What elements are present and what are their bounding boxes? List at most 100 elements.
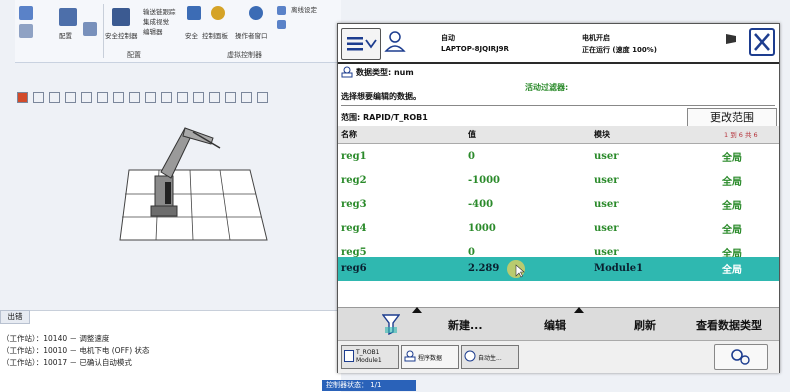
column-header-module[interactable]: 模块 [594,129,610,140]
robot-station-illustration [119,127,268,241]
config-icon[interactable] [59,8,77,26]
snap-icon[interactable] [241,92,252,103]
controller-icon[interactable] [19,6,33,20]
control-panel-label[interactable]: 控制面板 [202,30,228,40]
table-row-selected[interactable]: reg6 2.289 Module1 全局 [338,257,779,281]
control-panel-icon[interactable] [211,6,225,20]
list-icon[interactable] [19,24,33,38]
group-virtual-controller-label: 虚拟控制器 [227,51,262,59]
cell-name: reg3 [341,199,367,210]
column-header-value[interactable]: 值 [468,129,476,140]
snap-icon[interactable] [209,92,220,103]
refresh-button[interactable]: 刷新 [634,317,656,333]
view-toolbar [15,92,341,106]
safety-label[interactable]: 安全 [185,30,198,40]
conveyor-tracking-item[interactable]: 输送链跟踪 [143,6,176,16]
snap-icon[interactable] [145,92,156,103]
config-item-label[interactable]: 配置 [59,30,72,40]
output-panel: （工作站）：10140 － 调整速度 （工作站）：10010 － 电机下电 (O… [0,310,341,392]
caret-up-icon [412,307,422,313]
cell-value: 0 [468,151,475,162]
view-data-types-button[interactable]: 查看数据类型 [696,317,762,333]
safety-controller-icon[interactable] [112,8,130,26]
task-auto-production[interactable]: 自动生... [461,345,519,369]
safety-icon[interactable] [187,6,201,20]
task-program-data[interactable]: 程序数据 [401,345,459,369]
snap-icon[interactable] [257,92,268,103]
table-row[interactable]: reg1 0 user 全局 [338,145,779,169]
pendant-taskbar: T_ROB1 Module1 程序数据 自动生... [338,340,779,373]
cell-value: 2.289 [468,263,500,274]
task-label: T_ROB1 Module1 [356,349,382,364]
instruction-text: 选择想要编辑的数据。 [341,92,421,101]
snap-icon[interactable] [17,92,28,103]
snap-icon[interactable] [81,92,92,103]
close-icon[interactable] [749,28,775,56]
snap-icon[interactable] [177,92,188,103]
program-data-icon [341,66,353,80]
page-info: 1 到 6 共 6 [724,131,758,139]
table-row[interactable]: reg3 -400 user 全局 [338,193,779,217]
log-line[interactable]: （工作站）：10140 － 调整速度 [2,333,109,344]
cell-name: reg2 [341,175,367,186]
cell-name: reg1 [341,151,367,162]
operator-window-label[interactable]: 操作者窗口 [235,30,268,40]
program-data-icon [404,350,416,364]
snap-icon[interactable] [113,92,124,103]
hamburger-menu-icon [347,37,377,51]
editor-item[interactable]: 编辑器 [143,26,163,36]
cell-module: user [594,199,619,210]
log-line[interactable]: （工作站）：10017 － 已确认自动模式 [2,357,132,368]
column-header-name[interactable]: 名称 [341,129,357,140]
pendant-header: 自动 LAPTOP-8JQIRJ9R 电机开启 正在运行 (速度 100%) [338,24,779,64]
edit-button[interactable]: 编辑 [544,317,566,333]
snap-icon[interactable] [225,92,236,103]
cell-module: Module1 [594,263,644,274]
snap-icon[interactable] [97,92,108,103]
task-label: 自动生... [478,355,502,362]
scope-row: 范围: RAPID/T_ROB1 更改范围 [338,108,779,128]
data-type-row: 数据类型: num [341,65,761,81]
snap-icon[interactable] [161,92,172,103]
snap-icon[interactable] [33,92,44,103]
table-row[interactable]: reg2 -1000 user 全局 [338,169,779,193]
operating-mode: 自动 [441,34,455,42]
snap-icon[interactable] [193,92,204,103]
safety-controller-label[interactable]: 安全控制器 [105,30,138,40]
output-tab[interactable]: 出错 [0,310,30,324]
system-name: LAPTOP-8JQIRJ9R [441,45,509,53]
cell-name: reg4 [341,223,367,234]
stack-icon[interactable] [83,22,97,36]
tool-icon[interactable] [277,20,286,29]
command-bar: 新建... 编辑 刷新 查看数据类型 [338,307,779,340]
active-filter-label: 活动过滤器: [525,83,569,92]
data-type-label: 数据类型: num [356,68,414,77]
integrated-vision-item[interactable]: 集成视觉 [143,16,169,26]
change-scope-button[interactable]: 更改范围 [687,108,777,128]
controller-status: 控制器状态： 1/1 [322,380,416,391]
log-line[interactable]: （工作站）：10010 － 电机下电 (OFF) 状态 [2,345,150,356]
abb-menu-button[interactable] [341,28,381,60]
tool-icon[interactable] [277,6,286,15]
3d-viewport[interactable] [15,110,341,310]
table-row[interactable]: reg4 1000 user 全局 [338,217,779,241]
snap-icon[interactable] [49,92,60,103]
gears-icon [731,349,750,365]
snap-icon[interactable] [65,92,76,103]
operator-window-icon[interactable] [249,6,263,20]
run-status: 正在运行 (速度 100%) [582,46,657,54]
cell-name: reg6 [341,263,367,274]
filter-icon[interactable] [381,313,401,338]
snap-icon[interactable] [129,92,140,103]
cell-scope: 全局 [722,225,742,236]
instruction-row: 选择想要编辑的数据。 活动过滤器: [341,83,775,106]
user-icon[interactable] [384,29,406,55]
task-t-rob1-module1[interactable]: T_ROB1 Module1 [341,345,399,369]
table-header: 名称 值 模块 1 到 6 共 6 [338,126,779,144]
cell-value: -1000 [468,175,500,186]
status-flag-icon [726,34,736,49]
offline-setting-item[interactable]: 离线设定 [291,4,317,14]
new-button[interactable]: 新建... [448,317,483,333]
caret-up-icon [574,307,584,313]
quickset-button[interactable] [714,344,768,370]
